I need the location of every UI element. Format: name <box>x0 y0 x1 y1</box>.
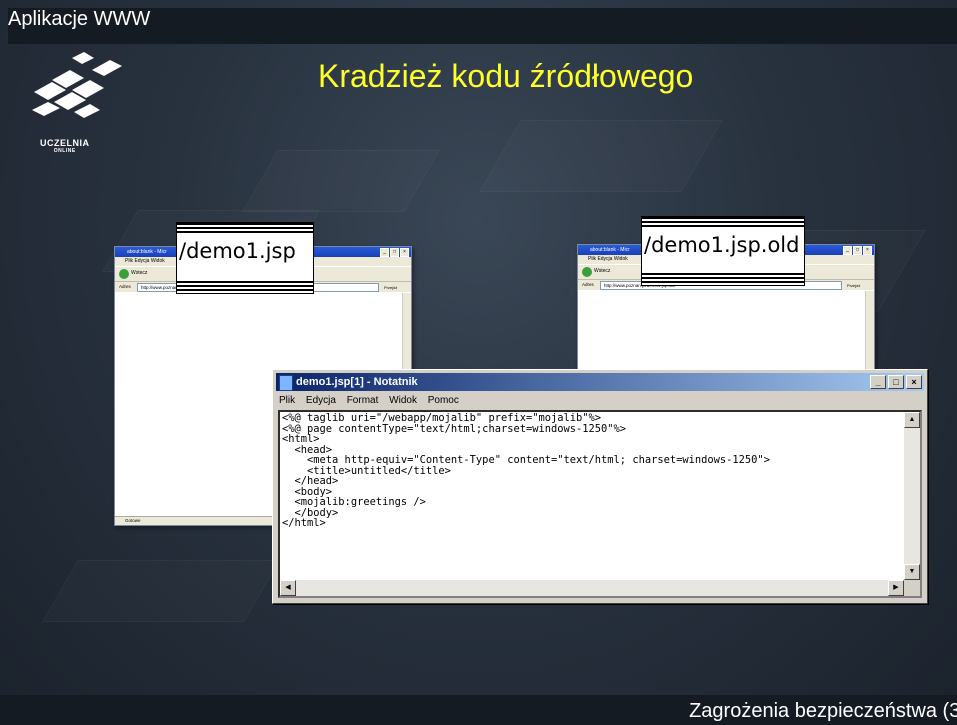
menu-file[interactable]: Plik <box>279 395 295 406</box>
notepad-window: demo1.jsp[1] - Notatnik _ □ × Plik Edycj… <box>272 369 928 604</box>
back-icon[interactable] <box>119 269 129 279</box>
scroll-up-icon[interactable]: ▲ <box>904 412 920 428</box>
scroll-left-icon[interactable]: ◀ <box>280 580 296 596</box>
background-tile <box>42 560 280 622</box>
address-label: Adres <box>119 284 131 289</box>
callout-stripes <box>642 273 804 285</box>
url-callout-right: /demo1.jsp.old <box>641 216 805 286</box>
address-label: Adres <box>582 282 594 287</box>
callout-stripes <box>642 217 804 229</box>
header-label: Aplikacje WWW <box>8 8 151 30</box>
close-icon[interactable]: × <box>906 375 922 389</box>
horizontal-scrollbar[interactable]: ◀ ▶ <box>280 580 904 596</box>
background-tile <box>242 150 440 212</box>
menu-edit[interactable]: Edycja <box>306 395 336 406</box>
notepad-icon <box>279 375 293 391</box>
menu-view[interactable]: Widok <box>389 395 417 406</box>
minimize-icon[interactable]: _ <box>870 375 886 389</box>
resize-grip-icon[interactable] <box>904 580 920 596</box>
scroll-down-icon[interactable]: ▼ <box>904 564 920 580</box>
window-controls: _ □ × <box>843 246 872 255</box>
slide: Aplikacje WWW UCZELNIA ONLINE Kradzież k… <box>0 0 957 725</box>
menu-format[interactable]: Format <box>347 395 379 406</box>
logo-text: UCZELNIA ONLINE <box>40 138 90 154</box>
go-button[interactable]: Przejdź <box>384 283 408 290</box>
callout-text: /demo1.jsp <box>179 239 296 263</box>
close-icon[interactable]: × <box>400 248 409 257</box>
maximize-icon[interactable]: □ <box>888 375 904 389</box>
back-label: Wstecz <box>594 268 611 274</box>
vertical-scrollbar[interactable]: ▲ ▼ <box>904 412 920 580</box>
maximize-icon[interactable]: □ <box>853 246 862 255</box>
notepad-editor[interactable]: <%@ taglib uri="/webapp/mojalib" prefix=… <box>278 410 922 598</box>
background-tile <box>479 120 723 192</box>
callout-stripes <box>177 223 313 235</box>
go-button[interactable]: Przejdź <box>847 281 871 288</box>
logo-name: UCZELNIA <box>40 138 90 148</box>
scroll-right-icon[interactable]: ▶ <box>888 580 904 596</box>
scrollbar[interactable] <box>865 291 874 375</box>
back-label: Wstecz <box>131 270 148 276</box>
close-icon[interactable]: × <box>863 246 872 255</box>
minimize-icon[interactable]: _ <box>843 246 852 255</box>
back-icon[interactable] <box>582 267 592 277</box>
logo-icon <box>32 52 122 118</box>
notepad-titlebar: demo1.jsp[1] - Notatnik _ □ × <box>276 373 924 391</box>
browser-content <box>578 291 874 375</box>
maximize-icon[interactable]: □ <box>390 248 399 257</box>
logo-sub: ONLINE <box>53 148 76 154</box>
window-controls: _ □ × <box>870 375 922 389</box>
notepad-title: demo1.jsp[1] - Notatnik <box>296 376 418 388</box>
header-bar <box>8 8 957 44</box>
window-controls: _ □ × <box>380 248 409 257</box>
url-callout-left: /demo1.jsp <box>176 222 314 294</box>
menu-help[interactable]: Pomoc <box>428 395 459 406</box>
source-code-text[interactable]: <%@ taglib uri="/webapp/mojalib" prefix=… <box>282 413 902 580</box>
minimize-icon[interactable]: _ <box>380 248 389 257</box>
notepad-menu: Plik Edycja Format Widok Pomoc <box>279 393 467 409</box>
callout-text: /demo1.jsp.old <box>644 233 800 257</box>
slide-title: Kradzież kodu źródłowego <box>318 58 694 94</box>
footer-label: Zagrożenia bezpieczeństwa (3) <box>689 700 957 722</box>
callout-stripes <box>177 281 313 293</box>
